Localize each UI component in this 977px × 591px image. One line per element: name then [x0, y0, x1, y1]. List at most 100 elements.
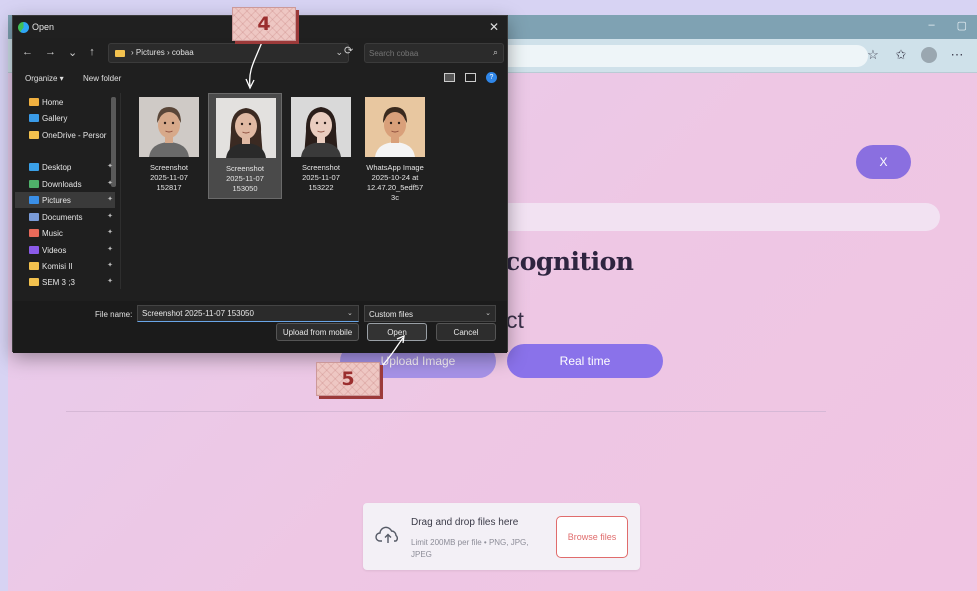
cancel-button[interactable]: Cancel	[436, 323, 496, 341]
star-icon[interactable]: ☆	[865, 47, 881, 66]
file-thumbnail	[365, 97, 425, 157]
file-name-line: WhatsApp Image	[366, 163, 424, 172]
cloud-upload-icon	[375, 526, 398, 543]
file-name-line: 2025-11-07	[302, 173, 340, 182]
nav-buttons: ← → ⌄ ↑	[22, 46, 95, 59]
minimize-icon[interactable]: –	[928, 19, 934, 32]
file-dropzone[interactable]: Drag and drop files here Limit 200MB per…	[363, 503, 640, 570]
open-button[interactable]: Open	[367, 323, 427, 341]
folder-search[interactable]: ⌕	[364, 43, 504, 63]
refresh-icon[interactable]: ⟳	[344, 44, 353, 57]
home-icon	[29, 98, 39, 106]
pin-icon[interactable]: ✦	[107, 228, 113, 236]
browse-files-button[interactable]: Browse files	[556, 516, 628, 558]
sidebar-item-documents[interactable]: Documents ✦	[15, 209, 115, 225]
file-name-label: File name:	[95, 310, 133, 319]
step-badge-5: 5	[316, 362, 380, 396]
sidebar-item-label: Music	[42, 228, 63, 238]
page-close-button[interactable]: X	[856, 145, 911, 179]
forward-arrow-icon[interactable]: →	[45, 46, 56, 59]
sidebar-item-home[interactable]: Home	[15, 94, 115, 110]
folder-icon	[115, 50, 125, 57]
file-item[interactable]: Screenshot 2025-11-07 153050	[208, 93, 282, 199]
pictures-icon	[29, 196, 39, 204]
folder-icon	[29, 278, 39, 286]
pin-icon[interactable]: ✦	[107, 179, 113, 187]
breadcrumb[interactable]: › Pictures › cobaa ⌄	[108, 43, 349, 63]
sidebar-item-sem-3-3[interactable]: SEM 3 ;3 ✦	[15, 274, 115, 290]
edge-app-icon	[18, 22, 29, 33]
chevron-down-icon: ⌄	[485, 310, 491, 317]
pin-icon[interactable]: ✦	[107, 261, 113, 269]
file-name-line: Screenshot	[150, 163, 188, 172]
dialog-title: Open	[32, 22, 55, 32]
pin-icon[interactable]: ✦	[107, 245, 113, 253]
pin-icon[interactable]: ✦	[107, 162, 113, 170]
more-icon[interactable]: ⋯	[949, 47, 965, 66]
file-thumbnail	[139, 97, 199, 157]
sidebar-item-label: OneDrive - Persor	[42, 130, 107, 140]
page-subtitle: ct	[506, 307, 524, 333]
favorites-icon[interactable]: ✩	[893, 47, 909, 66]
sidebar-item-downloads[interactable]: Downloads ✦	[15, 176, 115, 192]
organize-menu[interactable]: Organize ▾	[25, 74, 64, 83]
divider	[66, 411, 826, 412]
sidebar-item-onedrive-persor[interactable]: OneDrive - Persor	[15, 127, 115, 143]
dropzone-limits: Limit 200MB per file • PNG, JPG, JPEG	[411, 538, 529, 559]
dialog-toolbar: Organize ▾ New folder ?	[13, 70, 507, 90]
file-type-select[interactable]: Custom files ⌄	[364, 305, 496, 322]
chevron-down-icon[interactable]: ⌄	[335, 47, 343, 58]
pin-icon[interactable]: ✦	[107, 195, 113, 203]
sidebar-item-desktop[interactable]: Desktop ✦	[15, 159, 115, 175]
file-name-label: Screenshot 2025-11-07 152817	[132, 163, 206, 193]
sidebar-item-music[interactable]: Music ✦	[15, 225, 115, 241]
file-item[interactable]: Screenshot 2025-11-07 153222	[284, 93, 358, 199]
file-item[interactable]: Screenshot 2025-11-07 152817	[132, 93, 206, 199]
videos-icon	[29, 246, 39, 254]
dropzone-title: Drag and drop files here	[411, 517, 519, 528]
file-name-line: 2025-10-24 at	[371, 173, 419, 182]
pin-icon[interactable]: ✦	[107, 277, 113, 285]
sidebar-item-label: SEM 3 ;3	[42, 277, 75, 287]
up-arrow-icon[interactable]: ↑	[89, 46, 95, 59]
file-name-line: Screenshot	[226, 164, 264, 173]
sidebar-item-pictures[interactable]: Pictures ✦	[15, 192, 115, 208]
help-icon[interactable]: ?	[486, 72, 497, 83]
recent-locations-icon[interactable]: ⌄	[68, 46, 77, 59]
file-name-input[interactable]	[137, 305, 359, 322]
page-title: cognition	[505, 247, 634, 276]
sidebar-item-label: Downloads	[42, 179, 82, 189]
preview-pane-icon[interactable]	[465, 73, 476, 82]
file-item[interactable]: WhatsApp Image 2025-10-24 at 12.47.20_5edf…	[358, 93, 432, 202]
back-arrow-icon[interactable]: ←	[22, 46, 33, 59]
file-thumbnail	[291, 97, 351, 157]
sidebar-item-videos[interactable]: Videos ✦	[15, 242, 115, 258]
folder-icon	[29, 131, 39, 139]
view-controls: ?	[444, 72, 497, 83]
file-name-line: 152817	[156, 183, 182, 192]
real-time-button[interactable]: Real time	[507, 344, 663, 378]
profile-icon[interactable]	[921, 47, 937, 66]
sidebar-item-label: Komisi II	[42, 261, 73, 271]
sidebar-item-label: Videos	[42, 245, 67, 255]
sidebar-item-label: Gallery	[42, 113, 68, 123]
close-icon[interactable]: ✕	[489, 20, 499, 34]
download-icon	[29, 180, 39, 188]
search-input[interactable]	[369, 47, 485, 60]
sidebar-item-komisi-ii[interactable]: Komisi II ✦	[15, 258, 115, 274]
sidebar-item-gallery[interactable]: Gallery	[15, 110, 115, 126]
maximize-icon[interactable]: ▢	[957, 19, 967, 32]
search-icon: ⌕	[492, 47, 498, 57]
url-field[interactable]	[488, 45, 868, 67]
file-name-line: 153050	[232, 184, 258, 193]
documents-icon	[29, 213, 39, 221]
pin-icon[interactable]: ✦	[107, 212, 113, 220]
navigation-pane: Home Gallery OneDrive - Persor Desktop ✦ Down…	[13, 93, 121, 289]
upload-from-mobile-button[interactable]: Upload from mobile	[276, 323, 359, 341]
open-file-dialog: Open ✕ ← → ⌄ ↑ › Pictures › cobaa ⌄ ⟳ ⌕ …	[12, 15, 508, 353]
view-options-icon[interactable]	[444, 73, 455, 82]
file-type-value: Custom files	[369, 310, 414, 319]
chevron-down-icon[interactable]: ⌄	[347, 309, 353, 317]
new-folder-button[interactable]: New folder	[83, 74, 121, 83]
music-icon	[29, 229, 39, 237]
